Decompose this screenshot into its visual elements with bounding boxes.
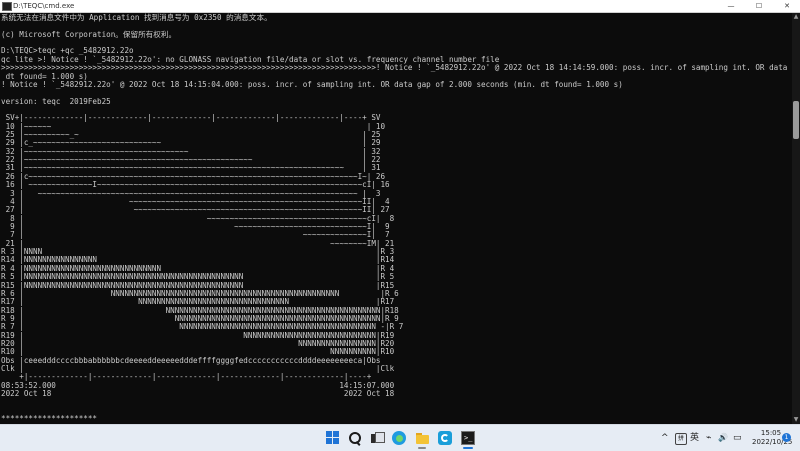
console-line: >>>>>>>>>>>>>>>>>>>>>>>>>>>>>>>>>>>>>>>>… <box>1 64 792 72</box>
battery-icon[interactable]: ▭ <box>733 432 742 444</box>
console-line: version: teqc 2019Feb25 <box>1 98 111 106</box>
close-button[interactable]: ✕ <box>774 0 800 12</box>
active-window-indicator <box>463 447 473 449</box>
console-output[interactable]: 系统无法在消息文件中为 Application 找到消息号为 0x2350 的消… <box>0 13 792 424</box>
cmd-app-icon <box>2 2 12 11</box>
console-line: 16 | ~~~~~~~~~~~~~~I~~~~~~~~~~~~~~~~~~~~… <box>1 181 390 189</box>
ime-language-indicator[interactable]: 英 <box>690 432 699 444</box>
edge-browser-icon[interactable] <box>392 431 406 445</box>
taskbar: >_ ^ 拼 英 ⌁ 🔊 ▭ 15:05 2022/10/25 1 <box>0 424 800 451</box>
scroll-up-arrow-icon[interactable]: ▲ <box>792 13 800 21</box>
title-bar: D:\TEQC\cmd.exe — ☐ ✕ <box>0 0 800 13</box>
console-line: ! Notice ! `_5482912.22o' @ 2022 Oct 18 … <box>1 81 623 89</box>
window-title: D:\TEQC\cmd.exe <box>13 0 74 12</box>
running-indicator <box>418 447 426 449</box>
maximize-button[interactable]: ☐ <box>746 0 772 12</box>
volume-icon[interactable]: 🔊 <box>718 432 728 444</box>
scrollbar[interactable]: ▲ ▼ <box>792 13 800 424</box>
tray-overflow-chevron-icon[interactable]: ^ <box>661 432 669 444</box>
app-icon[interactable] <box>438 431 452 445</box>
terminal-icon[interactable]: >_ <box>461 431 475 445</box>
notification-badge[interactable]: 1 <box>782 433 791 442</box>
console-line: 系统无法在消息文件中为 Application 找到消息号为 0x2350 的消… <box>1 14 272 22</box>
windows-start-icon[interactable] <box>326 431 340 445</box>
ime-mode-icon[interactable]: 拼 <box>675 433 687 445</box>
scroll-thumb[interactable] <box>793 101 799 139</box>
network-icon[interactable]: ⌁ <box>706 432 711 444</box>
task-view-icon[interactable] <box>370 431 384 445</box>
scroll-down-arrow-icon[interactable]: ▼ <box>792 416 800 424</box>
minimize-button[interactable]: — <box>718 0 744 12</box>
search-icon[interactable] <box>348 431 362 445</box>
console-line: R 5 |NNNNNNNNNNNNNNNNNNNNNNNNNNNNNNNNNNN… <box>1 273 394 281</box>
console-line: 2022 Oct 18 2022 Oct 18 <box>1 390 394 398</box>
file-explorer-icon[interactable] <box>415 431 429 445</box>
console-line: (c) Microsoft Corporation。保留所有权利。 <box>1 31 176 39</box>
